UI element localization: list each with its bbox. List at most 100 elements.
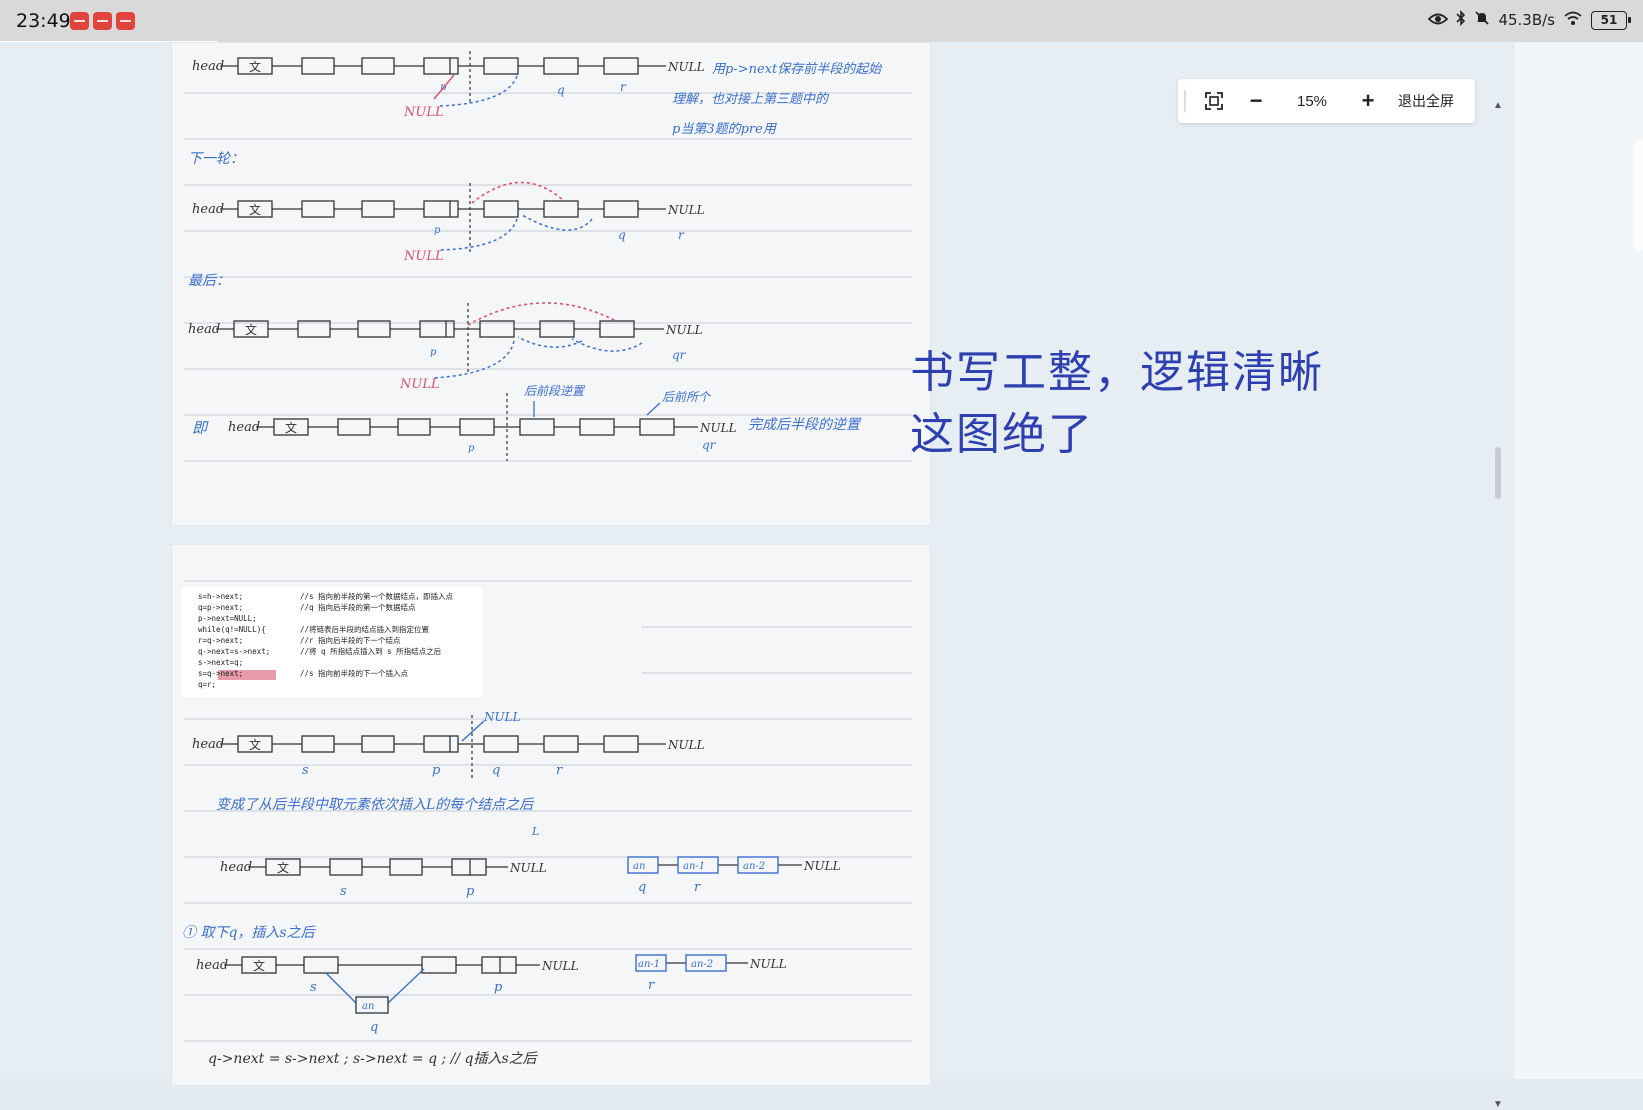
node-label: an bbox=[633, 861, 645, 872]
code-comment: //s 指向前半段的第一个数据结点，即插入点 bbox=[300, 591, 454, 601]
notification-icons bbox=[70, 12, 135, 30]
mute-icon bbox=[1474, 10, 1490, 30]
list-node bbox=[603, 57, 639, 75]
status-icons: 45.3B/s 51 bbox=[1428, 10, 1631, 30]
null-red-label: NULL bbox=[403, 105, 444, 120]
list-node bbox=[301, 735, 335, 753]
head-label: head bbox=[192, 59, 224, 74]
list-node bbox=[579, 418, 615, 436]
ji-label: 即 bbox=[192, 419, 209, 437]
side-panel bbox=[1515, 42, 1643, 1079]
exit-fullscreen-button[interactable]: 退出全屏 bbox=[1388, 79, 1464, 123]
overlay-caption: 书写工整，逻辑清晰 这图绝了 bbox=[910, 342, 1324, 466]
fit-screen-button[interactable] bbox=[1192, 79, 1236, 123]
list-node bbox=[543, 200, 579, 218]
q-label: q bbox=[492, 763, 500, 778]
null-label: NULL bbox=[667, 738, 705, 752]
head-label: head bbox=[228, 420, 260, 435]
note-text: 完成后半段的逆置 bbox=[748, 417, 862, 433]
zoom-out-button[interactable]: − bbox=[1236, 79, 1276, 123]
s-label: s bbox=[310, 980, 317, 995]
null-label: NULL bbox=[803, 859, 841, 873]
notes-page: s=h->next; //s 指向前半段的第一个数据结点，即插入点 q=p->nex… bbox=[171, 544, 931, 1086]
node-label: 文 bbox=[249, 737, 261, 752]
wifi-icon bbox=[1563, 11, 1583, 30]
zoom-in-button[interactable]: + bbox=[1348, 79, 1388, 123]
note-text: 变成了从后半段中取元素依次插入L的每个结点之后 bbox=[216, 797, 535, 813]
annotation: 后前段逆置 bbox=[524, 384, 586, 398]
list-node bbox=[329, 858, 363, 876]
list-node bbox=[337, 418, 371, 436]
node-label: 文 bbox=[249, 202, 261, 217]
node-label: an-1 bbox=[683, 861, 705, 872]
null-label: NULL bbox=[667, 203, 705, 217]
side-panel-handle[interactable] bbox=[1633, 140, 1643, 250]
note-text: 用p->next保存前半段的起始 bbox=[712, 62, 882, 77]
eye-icon bbox=[1428, 11, 1449, 30]
scroll-thumb[interactable] bbox=[1495, 447, 1501, 499]
s-label: s bbox=[302, 763, 309, 778]
document-viewer[interactable]: head 文 NULL p q r NULL 用p->next保存前半段的起始 … bbox=[0, 42, 1515, 1110]
list-node bbox=[543, 735, 579, 753]
vertical-scrollbar[interactable]: ▲ ▼ bbox=[1491, 100, 1505, 1110]
list-node bbox=[423, 735, 459, 753]
status-bar: 23:49 45.3B/s 51 bbox=[0, 0, 1643, 43]
fit-screen-icon bbox=[1205, 92, 1223, 110]
node-label: an bbox=[362, 1001, 374, 1012]
step-heading: ① 取下q，插入s之后 bbox=[182, 925, 317, 941]
code-comment: //将 q 所指结点插入到 s 所指结点之后 bbox=[300, 646, 442, 656]
linked-list-row-3: head 文 NULL p qr NULL bbox=[188, 302, 703, 392]
toolbar-drag-handle[interactable] bbox=[1178, 79, 1192, 123]
list-node bbox=[301, 200, 335, 218]
battery-icon: 51 bbox=[1591, 10, 1631, 30]
head-label: head bbox=[192, 202, 224, 217]
node-label: 文 bbox=[277, 860, 289, 875]
annotation: 后前所个 bbox=[662, 390, 711, 404]
code-line: q->next=s->next; bbox=[198, 647, 270, 656]
list-node bbox=[397, 418, 431, 436]
list-node bbox=[459, 418, 495, 436]
section-heading: 下一轮： bbox=[188, 151, 244, 167]
bluetooth-icon bbox=[1456, 10, 1466, 30]
app-notification-icon bbox=[116, 12, 135, 30]
list-node bbox=[483, 200, 519, 218]
null-red-label: NULL bbox=[399, 377, 440, 392]
null-label: NULL bbox=[749, 957, 787, 971]
code-comment: //r 指向后半段的下一个结点 bbox=[300, 635, 401, 645]
handwritten-notes-diagram: head 文 NULL p q r NULL 用p->next保存前半段的起始 … bbox=[184, 51, 912, 462]
list-node bbox=[603, 735, 639, 753]
node-label: an-2 bbox=[691, 959, 713, 970]
list-node bbox=[303, 956, 339, 974]
q-label: q bbox=[370, 1020, 378, 1035]
list-node bbox=[361, 200, 395, 218]
code-note: q->next = s->next ; s->next = q ; // q插入… bbox=[208, 1051, 539, 1067]
code-line: q=r; bbox=[198, 680, 216, 689]
r-label: r bbox=[694, 880, 701, 895]
scroll-up-arrow-icon[interactable]: ▲ bbox=[1493, 100, 1503, 111]
node-label: 文 bbox=[253, 958, 265, 973]
head-label: head bbox=[192, 737, 224, 752]
list-node bbox=[481, 956, 517, 974]
zoom-level: 15% bbox=[1296, 92, 1328, 110]
app-notification-icon bbox=[70, 12, 89, 30]
linked-list-row-1: head 文 NULL p q r NULL 用p->next保存前半段的起始 … bbox=[192, 51, 882, 137]
code-line: p->next=NULL; bbox=[198, 614, 257, 623]
code-line: while(q!=NULL){ bbox=[198, 625, 266, 634]
head-label: head bbox=[188, 322, 220, 337]
battery-level: 51 bbox=[1600, 13, 1618, 27]
r-label: r bbox=[678, 228, 685, 242]
s-label: s bbox=[340, 884, 347, 899]
node-label: an-2 bbox=[743, 861, 765, 872]
section-heading: 最后： bbox=[188, 273, 230, 289]
linked-list-row-b: head 文 NULL s p an an-1 an-2 NULL q r bbox=[220, 856, 841, 899]
list-node bbox=[423, 200, 459, 218]
caption-line: 书写工整，逻辑清晰 bbox=[910, 347, 1324, 398]
code-comment: //q 指向后半段的第一个数据结点 bbox=[300, 602, 416, 612]
clock: 23:49 bbox=[16, 10, 71, 32]
zoom-toolbar: − 15% + 退出全屏 bbox=[1178, 79, 1475, 123]
scroll-down-arrow-icon[interactable]: ▼ bbox=[1493, 1099, 1503, 1110]
q-label: q bbox=[618, 228, 626, 242]
null-red-label: NULL bbox=[403, 249, 444, 264]
qr-label: qr bbox=[672, 348, 687, 362]
null-label: NULL bbox=[483, 710, 521, 724]
